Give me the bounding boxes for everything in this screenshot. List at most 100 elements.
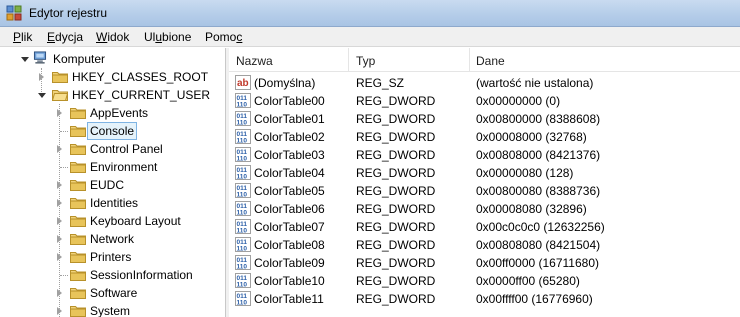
folder-open-icon bbox=[52, 90, 68, 101]
tree-label-selected: Console bbox=[87, 122, 138, 140]
column-header-type[interactable]: Typ bbox=[356, 54, 375, 68]
expand-arrow-icon[interactable] bbox=[57, 289, 62, 297]
registry-tree[interactable]: Komputer HKEY_CLASSES_ROOT HKEY_CURRENT_… bbox=[0, 48, 226, 317]
tree-node-identities[interactable]: Identities bbox=[0, 194, 225, 212]
values-list[interactable]: Nazwa Typ Dane ab (Domyślna) REG_SZ (wartoś… bbox=[229, 48, 740, 317]
tree-label: HKEY_CLASSES_ROOT bbox=[72, 70, 209, 84]
svg-text:110: 110 bbox=[237, 192, 248, 199]
column-separator[interactable] bbox=[348, 48, 349, 72]
tree-node-system[interactable]: System bbox=[0, 302, 225, 317]
value-data: (wartość nie ustalona) bbox=[476, 76, 594, 90]
tree-node-environment[interactable]: Environment bbox=[0, 158, 225, 176]
expand-arrow-icon[interactable] bbox=[57, 307, 62, 315]
expand-arrow-icon[interactable] bbox=[39, 73, 44, 81]
value-row[interactable]: 011 110 ColorTable03 REG_DWORD 0x00808000 (8… bbox=[229, 146, 740, 164]
value-type: REG_DWORD bbox=[356, 184, 436, 198]
tree-node-appevents[interactable]: AppEvents bbox=[0, 104, 225, 122]
value-row[interactable]: 011 110 ColorTable00 REG_DWORD 0x00000000 (0… bbox=[229, 92, 740, 110]
binary-value-icon: 011110 bbox=[235, 147, 251, 162]
binary-value-icon: 011110 bbox=[235, 237, 251, 252]
expand-arrow-icon[interactable] bbox=[57, 199, 62, 207]
tree-node-software[interactable]: Software bbox=[0, 284, 225, 302]
binary-value-icon: 011110 bbox=[235, 273, 251, 288]
tree-node-keyboard-layout[interactable]: Keyboard Layout bbox=[0, 212, 225, 230]
tree-label: Network bbox=[90, 232, 135, 246]
folder-icon bbox=[70, 234, 86, 245]
tree-node-printers[interactable]: Printers bbox=[0, 248, 225, 266]
value-type: REG_DWORD bbox=[356, 238, 436, 252]
value-name: ColorTable08 bbox=[254, 238, 325, 252]
expand-arrow-icon[interactable] bbox=[57, 253, 62, 261]
menu-file[interactable]: Plik bbox=[13, 30, 32, 44]
value-row[interactable]: 011 110 ColorTable09 REG_DWORD 0x00ff0000 (1… bbox=[229, 254, 740, 272]
tree-node-eudc[interactable]: EUDC bbox=[0, 176, 225, 194]
tree-node-computer[interactable]: Komputer bbox=[0, 50, 225, 68]
binary-value-icon: 011110 bbox=[235, 165, 251, 180]
binary-value-icon: 011110 bbox=[235, 183, 251, 198]
tree-node-console[interactable]: Console bbox=[0, 122, 225, 140]
menu-bar: Plik Edycja Widok Ulubione Pomoc bbox=[0, 27, 740, 47]
expand-arrow-icon[interactable] bbox=[57, 181, 62, 189]
value-name: ColorTable07 bbox=[254, 220, 325, 234]
value-row[interactable]: 011 110 ColorTable08 REG_DWORD 0x00808080 (8… bbox=[229, 236, 740, 254]
menu-favorites[interactable]: Ulubione bbox=[144, 30, 191, 44]
folder-icon bbox=[70, 144, 86, 155]
folder-icon bbox=[70, 306, 86, 317]
expand-arrow-icon[interactable] bbox=[57, 235, 62, 243]
tree-guide-line bbox=[60, 275, 68, 276]
value-type: REG_DWORD bbox=[356, 148, 436, 162]
title-bar[interactable]: Edytor rejestru bbox=[0, 0, 740, 27]
value-row[interactable]: 011 110 ColorTable06 REG_DWORD 0x00008080 (3… bbox=[229, 200, 740, 218]
value-row[interactable]: 011 110 ColorTable11 REG_DWORD 0x00ffff00 (1… bbox=[229, 290, 740, 308]
tree-node-control-panel[interactable]: Control Panel bbox=[0, 140, 225, 158]
folder-icon bbox=[70, 288, 86, 299]
tree-node-hkey-current-user[interactable]: HKEY_CURRENT_USER bbox=[0, 86, 225, 104]
expand-arrow-icon[interactable] bbox=[57, 109, 62, 117]
value-row[interactable]: 011 110 ColorTable05 REG_DWORD 0x00800080 (8… bbox=[229, 182, 740, 200]
column-header-name[interactable]: Nazwa bbox=[236, 54, 273, 68]
registry-editor-icon bbox=[6, 5, 22, 21]
tree-node-hkey-classes-root[interactable]: HKEY_CLASSES_ROOT bbox=[0, 68, 225, 86]
menu-help[interactable]: Pomoc bbox=[205, 30, 242, 44]
value-data: 0x00008000 (32768) bbox=[476, 130, 587, 144]
svg-text:110: 110 bbox=[237, 300, 248, 307]
tree-node-sessioninformation[interactable]: SessionInformation bbox=[0, 266, 225, 284]
expand-arrow-icon[interactable] bbox=[57, 217, 62, 225]
binary-value-icon: 011110 bbox=[235, 93, 251, 108]
tree-label: Environment bbox=[90, 160, 158, 174]
value-data: 0x00c0c0c0 (12632256) bbox=[476, 220, 605, 234]
value-name: ColorTable09 bbox=[254, 256, 325, 270]
tree-label: Control Panel bbox=[90, 142, 163, 156]
menu-edit[interactable]: Edycja bbox=[47, 30, 83, 44]
value-row[interactable]: ab (Domyślna) REG_SZ (wartość nie ustalona) bbox=[229, 74, 740, 92]
binary-value-icon: 011110 bbox=[235, 291, 251, 306]
value-type: REG_DWORD bbox=[356, 94, 436, 108]
svg-text:110: 110 bbox=[237, 228, 248, 235]
binary-value-icon: 011110 bbox=[235, 111, 251, 126]
svg-text:110: 110 bbox=[237, 138, 248, 145]
menu-view[interactable]: Widok bbox=[96, 30, 129, 44]
expand-arrow-icon[interactable] bbox=[57, 145, 62, 153]
string-value-icon: ab bbox=[235, 75, 251, 90]
folder-icon bbox=[70, 126, 86, 137]
collapse-arrow-icon[interactable] bbox=[38, 93, 46, 98]
value-row[interactable]: 011 110 ColorTable01 REG_DWORD 0x00800000 (8… bbox=[229, 110, 740, 128]
svg-text:110: 110 bbox=[237, 174, 248, 181]
value-row[interactable]: 011 110 ColorTable02 REG_DWORD 0x00008000 (3… bbox=[229, 128, 740, 146]
expand-arrow-icon[interactable] bbox=[21, 57, 29, 62]
value-row[interactable]: 011 110 ColorTable04 REG_DWORD 0x00000080 (1… bbox=[229, 164, 740, 182]
svg-text:110: 110 bbox=[237, 210, 248, 217]
tree-guide-line bbox=[60, 131, 68, 132]
tree-label: Keyboard Layout bbox=[90, 214, 181, 228]
svg-text:110: 110 bbox=[237, 102, 248, 109]
column-separator[interactable] bbox=[469, 48, 470, 72]
svg-text:ab: ab bbox=[237, 78, 249, 89]
tree-node-network[interactable]: Network bbox=[0, 230, 225, 248]
value-row[interactable]: 011 110 ColorTable07 REG_DWORD 0x00c0c0c0 (1… bbox=[229, 218, 740, 236]
folder-icon bbox=[52, 72, 68, 83]
value-row[interactable]: 011 110 ColorTable10 REG_DWORD 0x0000ff00 (6… bbox=[229, 272, 740, 290]
value-data: 0x00ff0000 (16711680) bbox=[476, 256, 599, 270]
column-header-data[interactable]: Dane bbox=[476, 54, 505, 68]
value-type: REG_DWORD bbox=[356, 220, 436, 234]
value-name: ColorTable02 bbox=[254, 130, 325, 144]
